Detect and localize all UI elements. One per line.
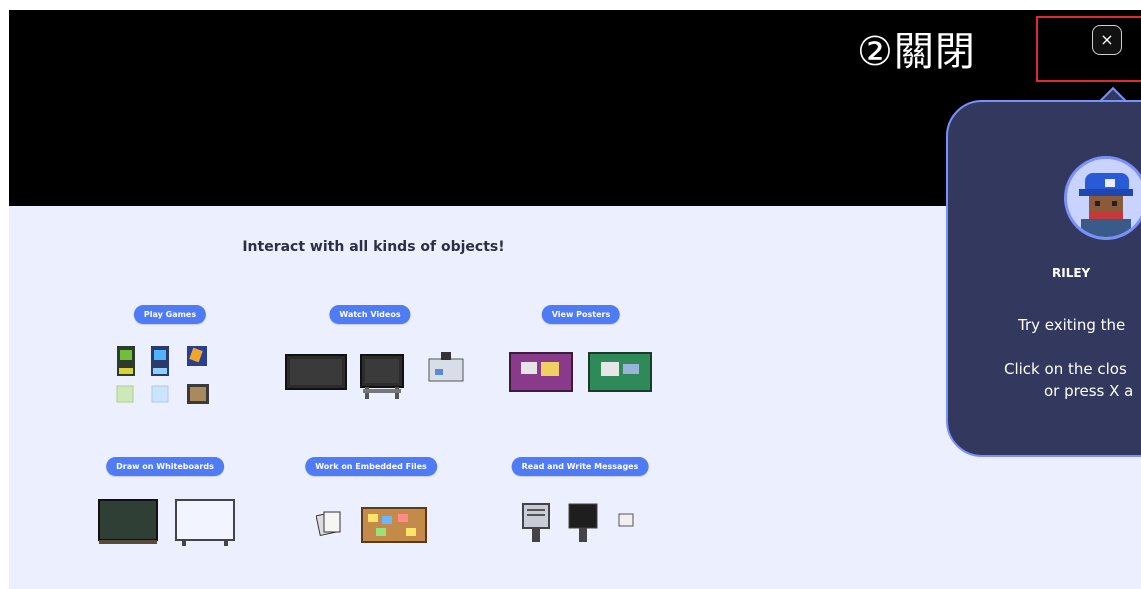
posters-icon [509,352,652,392]
annotation-highlight-box [1036,16,1141,82]
pill-view-posters: View Posters [541,305,621,324]
pill-embedded-files: Work on Embedded Files [305,457,437,476]
arcade-machines-icon [116,346,209,404]
tv-screens-icon [285,352,464,399]
pill-messages: Read and Write Messages [511,457,649,476]
pill-draw-whiteboards: Draw on Whiteboards [106,457,224,476]
whiteboards-icon [98,499,235,546]
annotation-label: ②關閉 [857,29,976,75]
messages-icon [522,503,634,542]
riley-avatar [1064,156,1141,240]
pill-watch-videos: Watch Videos [329,305,411,324]
tooltip-character-name: RILEY [1052,266,1091,280]
tooltip-line-3: or press X a [1044,382,1134,400]
panel-title: Interact with all kinds of objects! [242,239,505,255]
character-portrait-icon [1067,159,1141,237]
tooltip-line-2: Click on the clos [1004,360,1127,378]
tooltip-line-1: Try exiting the [1018,316,1126,334]
files-corkboard-icon [316,507,427,543]
close-button[interactable]: × [1092,25,1122,55]
pill-play-games: Play Games [133,305,207,324]
tutorial-tooltip: RILEY Try exiting the Click on the clos … [946,100,1141,457]
